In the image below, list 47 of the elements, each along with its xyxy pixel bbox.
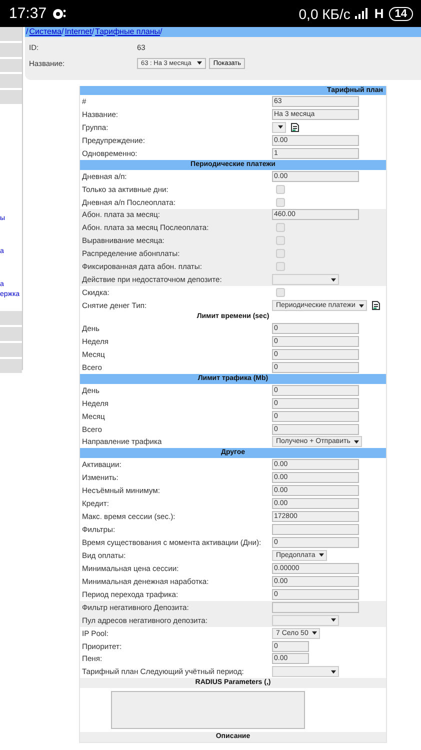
select-field[interactable] xyxy=(272,274,339,286)
input-field[interactable] xyxy=(272,524,359,536)
caret-icon xyxy=(197,61,202,65)
select-field[interactable] xyxy=(272,666,339,678)
caret-icon xyxy=(331,278,336,282)
checkbox[interactable] xyxy=(276,184,285,194)
sidebar-tile[interactable] xyxy=(0,58,22,72)
caret-icon xyxy=(354,440,360,444)
notification-icon xyxy=(52,8,66,20)
checkbox[interactable] xyxy=(276,198,285,207)
network-speed: 0,0 КБ/с xyxy=(298,6,350,22)
checkbox[interactable] xyxy=(276,236,285,246)
sidebar-tile[interactable] xyxy=(0,74,22,88)
sidebar-tile[interactable] xyxy=(0,310,22,325)
caret-icon xyxy=(319,553,324,558)
battery-level: 14 xyxy=(388,6,413,20)
caret-icon xyxy=(312,631,318,636)
select-field[interactable] xyxy=(272,122,286,133)
caret-icon xyxy=(331,670,336,674)
input-field[interactable] xyxy=(272,602,359,613)
document-icon[interactable] xyxy=(291,122,299,132)
caret-icon xyxy=(359,304,364,308)
status-time: 17:37 xyxy=(9,5,47,22)
sidebar-tile[interactable] xyxy=(0,326,22,341)
network-type: H xyxy=(374,6,384,21)
checkbox[interactable] xyxy=(276,249,285,258)
checkbox[interactable] xyxy=(276,288,285,298)
breadcrumb-separator: / xyxy=(26,27,28,36)
document-icon[interactable] xyxy=(372,301,380,310)
signal-icon xyxy=(355,8,370,19)
breadcrumb-link[interactable]: Тарифные планы xyxy=(95,27,160,36)
text-area[interactable] xyxy=(111,691,305,730)
sidebar-tile[interactable] xyxy=(0,90,22,104)
select-field[interactable] xyxy=(272,614,339,626)
sidebar-tile[interactable] xyxy=(0,42,22,57)
breadcrumb-link[interactable]: Система xyxy=(29,27,62,36)
caret-icon xyxy=(278,125,283,130)
caret-icon xyxy=(331,618,336,622)
breadcrumb-separator: / xyxy=(160,27,162,36)
breadcrumb-separator: / xyxy=(61,27,64,36)
sidebar-tile[interactable] xyxy=(0,358,22,373)
sidebar-tile[interactable] xyxy=(0,27,22,41)
breadcrumb-link[interactable]: Internet xyxy=(64,27,92,36)
checkbox[interactable] xyxy=(276,262,285,272)
sidebar-tile[interactable] xyxy=(0,342,22,357)
checkbox[interactable] xyxy=(276,223,285,232)
breadcrumb-separator: / xyxy=(92,27,94,36)
